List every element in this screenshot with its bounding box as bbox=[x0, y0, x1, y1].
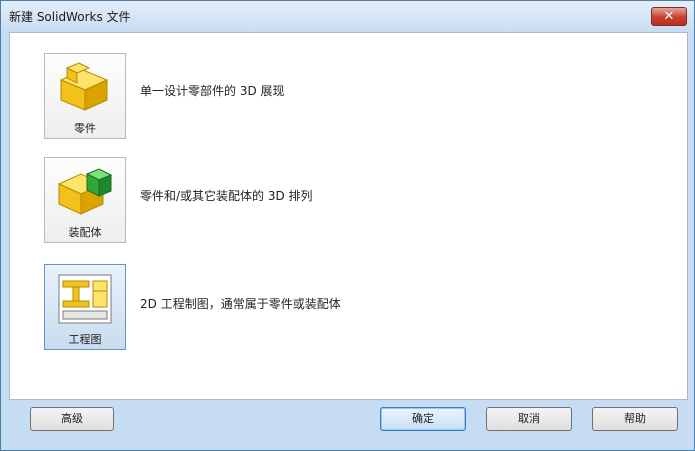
template-drawing[interactable]: 工程图 bbox=[44, 264, 126, 350]
assembly-icon bbox=[57, 168, 113, 215]
title-bar[interactable]: 新建 SolidWorks 文件 ✕ bbox=[1, 1, 694, 31]
drawing-icon bbox=[58, 274, 112, 324]
close-icon: ✕ bbox=[663, 9, 675, 24]
template-drawing-label: 工程图 bbox=[68, 333, 102, 346]
help-button[interactable]: 帮助 bbox=[592, 407, 678, 431]
template-part[interactable]: 零件 bbox=[44, 53, 126, 139]
template-assembly-label: 装配体 bbox=[68, 226, 102, 239]
template-part-description: 单一设计零部件的 3D 展现 bbox=[140, 84, 285, 98]
template-list: 零件 单一设计零部件的 3D 展现 装配体 零件和/或其它装配体的 3D 排列 bbox=[9, 32, 688, 400]
template-assembly-description: 零件和/或其它装配体的 3D 排列 bbox=[140, 189, 313, 203]
ok-button[interactable]: 确定 bbox=[380, 407, 466, 431]
close-button[interactable]: ✕ bbox=[651, 7, 687, 26]
template-assembly[interactable]: 装配体 bbox=[44, 157, 126, 243]
new-document-dialog: 新建 SolidWorks 文件 ✕ 零件 单一设计零部件的 3D 展现 装配体… bbox=[0, 0, 695, 451]
advanced-button[interactable]: 高级 bbox=[30, 407, 114, 431]
cancel-button[interactable]: 取消 bbox=[486, 407, 572, 431]
template-part-label: 零件 bbox=[74, 122, 96, 135]
part-icon bbox=[59, 62, 109, 111]
template-drawing-description: 2D 工程制图，通常属于零件或装配体 bbox=[140, 297, 341, 311]
dialog-title: 新建 SolidWorks 文件 bbox=[9, 10, 131, 24]
